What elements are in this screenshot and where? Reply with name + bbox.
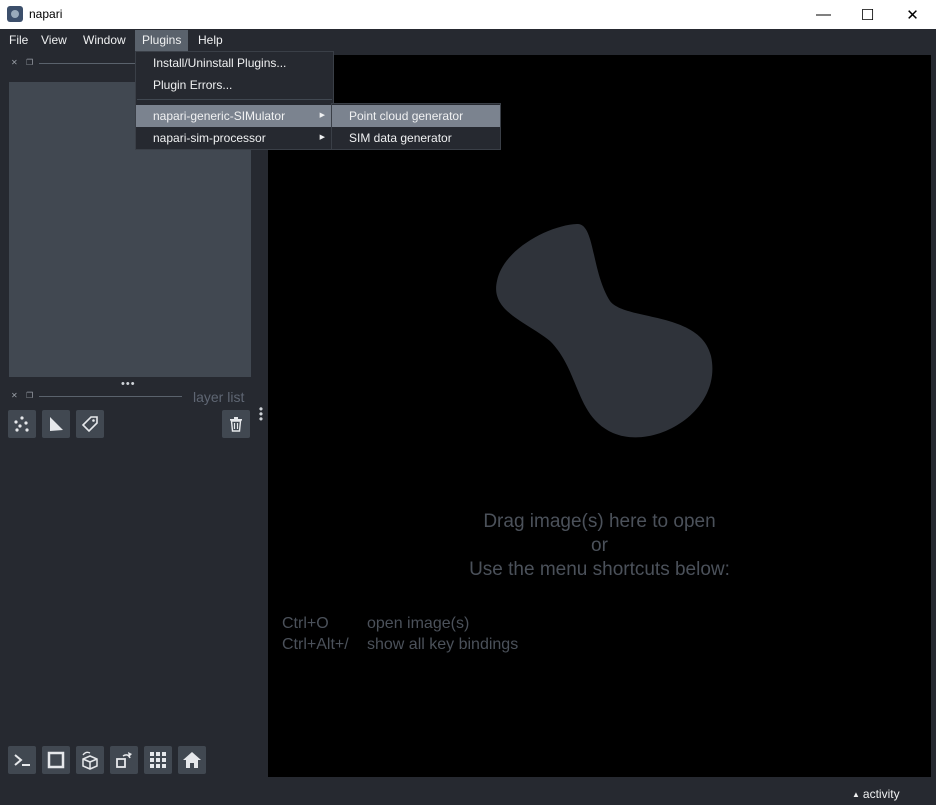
menu-view[interactable]: View [34, 30, 74, 51]
menu-item-sim-processor[interactable]: napari-sim-processor ▶ [136, 127, 333, 149]
shortcut-action: show all key bindings [367, 636, 519, 653]
cube-rotate-icon [82, 751, 98, 770]
title-bar: napari — ☐ ✕ [0, 0, 936, 29]
points-icon [14, 416, 29, 432]
dock-splitter-handle[interactable]: • • • [258, 403, 264, 425]
activity-label: activity [862, 787, 900, 801]
menu-item-generic-simulator[interactable]: napari-generic-SIMulator ▶ [136, 105, 333, 127]
viewer-canvas[interactable]: Drag image(s) here to open or Use the me… [268, 55, 931, 777]
close-dock-icon[interactable]: ✕ [11, 392, 21, 400]
menu-bar: File View Window Plugins Help [0, 29, 936, 52]
caret-up-icon: ▲ [852, 790, 860, 799]
ndisplay-button[interactable] [42, 746, 70, 774]
generic-simulator-submenu: Point cloud generator SIM data generator [331, 103, 501, 150]
menu-plugins[interactable]: Plugins [135, 30, 189, 51]
grid-icon [150, 752, 166, 768]
transpose-button[interactable] [110, 746, 138, 774]
welcome-line-3: Use the menu shortcuts below: [469, 559, 730, 580]
float-dock-icon[interactable]: ❐ [26, 392, 36, 400]
new-shapes-layer-button[interactable] [42, 410, 70, 438]
console-button[interactable] [8, 746, 36, 774]
home-button[interactable] [178, 746, 206, 774]
menu-separator [137, 99, 332, 100]
grid-view-button[interactable] [144, 746, 172, 774]
new-labels-layer-button[interactable] [76, 410, 104, 438]
plugins-menu: Install/Uninstall Plugins... Plugin Erro… [135, 51, 334, 150]
minimize-button[interactable]: — [801, 0, 846, 29]
menu-item-plugin-errors[interactable]: Plugin Errors... [136, 74, 333, 96]
menu-item-install-plugins[interactable]: Install/Uninstall Plugins... [136, 52, 333, 74]
menu-file[interactable]: File [2, 30, 35, 51]
home-icon [183, 752, 201, 768]
close-button[interactable]: ✕ [890, 0, 935, 29]
submenu-arrow-icon: ▶ [319, 134, 325, 141]
shapes-icon [50, 417, 63, 431]
menu-item-label: napari-sim-processor [153, 131, 266, 145]
menu-window[interactable]: Window [76, 30, 133, 51]
menu-help[interactable]: Help [191, 30, 230, 51]
close-dock-icon[interactable]: ✕ [11, 59, 21, 67]
dock-handle-line [39, 396, 182, 397]
layer-list-dock-handle[interactable]: ✕ ❐ [9, 392, 189, 402]
panel-resize-handle[interactable]: ••• [121, 378, 136, 390]
menu-item-sim-data-generator[interactable]: SIM data generator [332, 127, 500, 149]
menu-item-point-cloud-generator[interactable]: Point cloud generator [332, 105, 500, 127]
float-dock-icon[interactable]: ❐ [26, 59, 36, 67]
submenu-arrow-icon: ▶ [319, 112, 325, 119]
menu-item-label: napari-generic-SIMulator [153, 109, 286, 123]
trash-icon [230, 417, 242, 432]
roll-dimensions-button[interactable] [76, 746, 104, 774]
napari-app-icon [7, 6, 23, 22]
transpose-icon [116, 752, 132, 768]
labels-icon [81, 416, 98, 433]
napari-logo-icon [496, 223, 713, 438]
maximize-button[interactable]: ☐ [845, 0, 890, 29]
square-icon [47, 751, 65, 769]
welcome-line-2: or [591, 535, 608, 556]
activity-button[interactable]: ▲ activity [852, 787, 900, 801]
new-points-layer-button[interactable] [8, 410, 36, 438]
layer-list-title: layer list [193, 389, 245, 405]
delete-layer-button[interactable] [222, 410, 250, 438]
console-icon [14, 754, 30, 766]
shortcut-action: open image(s) [367, 615, 470, 632]
window-title: napari [29, 7, 63, 21]
welcome-line-1: Drag image(s) here to open [483, 511, 716, 532]
shortcut-keys: Ctrl+O [282, 615, 329, 632]
shortcut-keys: Ctrl+Alt+/ [282, 636, 349, 653]
